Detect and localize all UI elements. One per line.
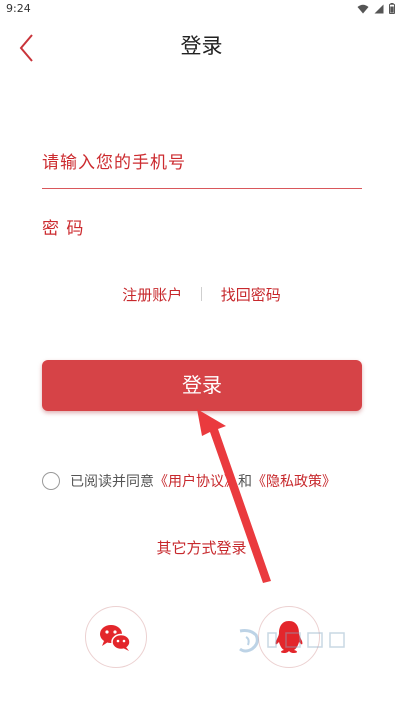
user-agreement-link[interactable]: 《用户协议》 [154, 471, 238, 491]
phone-field[interactable]: 请输入您的手机号 [42, 142, 362, 189]
recover-password-link[interactable]: 找回密码 [221, 286, 281, 304]
wechat-login-button[interactable] [85, 606, 147, 668]
privacy-policy-link[interactable]: 《隐私政策》 [252, 471, 336, 491]
nav-bar: 登录 [0, 18, 403, 74]
status-time: 9:24 [6, 2, 31, 15]
other-login-title: 其它方式登录 [156, 539, 247, 557]
agreement-row: 已阅读并同意 《用户协议》 和 《隐私政策》 [42, 470, 336, 492]
agree-checkbox[interactable] [42, 472, 60, 490]
password-field[interactable]: 密 码 [42, 208, 362, 250]
wifi-icon [357, 4, 369, 13]
phone-placeholder: 请输入您的手机号 [42, 153, 186, 173]
battery-icon [389, 3, 395, 14]
account-links: 注册账户 找回密码 [0, 284, 403, 308]
register-link[interactable]: 注册账户 [122, 286, 182, 304]
agree-prefix: 已阅读并同意 [70, 474, 154, 490]
signal-icon [374, 4, 384, 13]
status-icons [357, 3, 395, 14]
agree-conjunction: 和 [238, 474, 252, 490]
password-placeholder: 密 码 [42, 219, 85, 239]
wechat-icon [100, 625, 131, 651]
link-divider [201, 287, 202, 301]
page-title: 登录 [180, 34, 223, 58]
login-button[interactable]: 登录 [42, 360, 362, 411]
watermark-logo [239, 629, 345, 653]
status-bar: 9:24 [0, 0, 403, 18]
